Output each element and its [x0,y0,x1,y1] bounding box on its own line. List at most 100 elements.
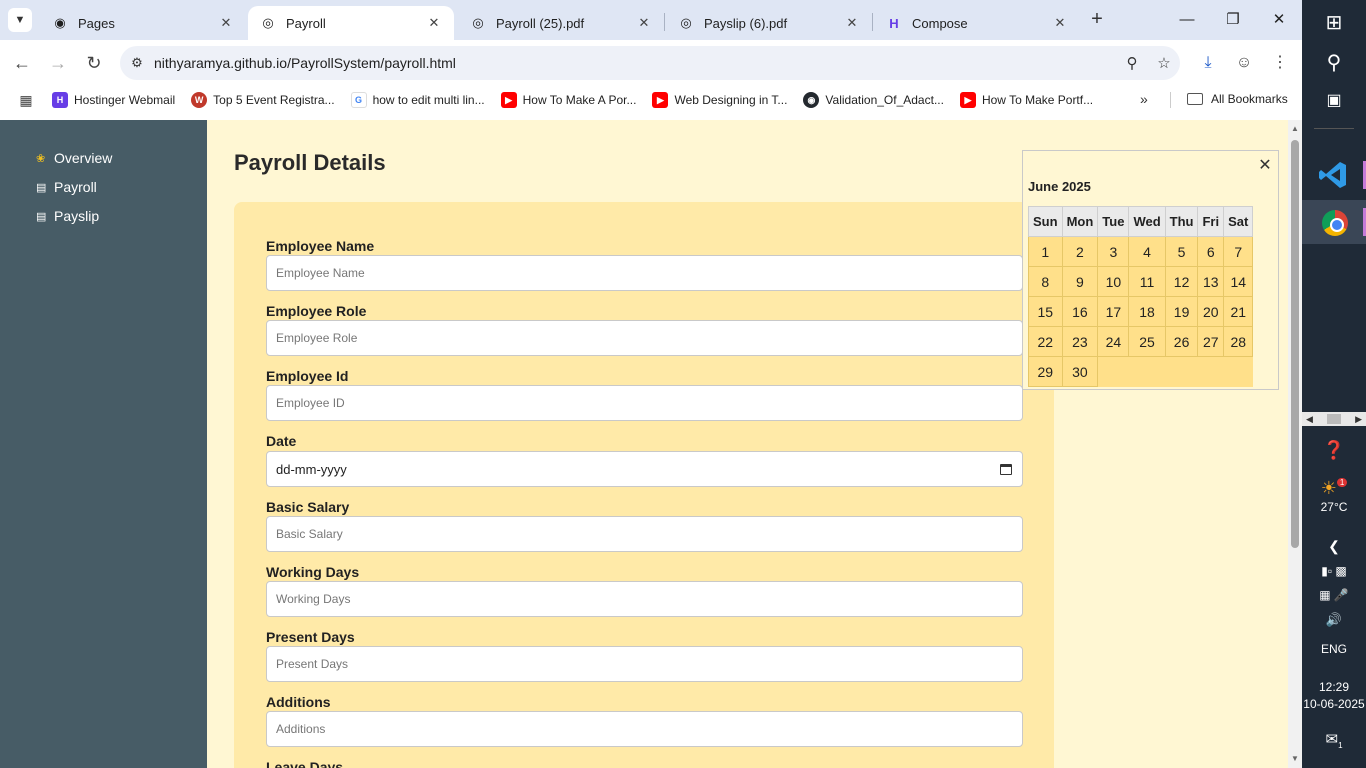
employee-name-input[interactable]: Employee Name [266,255,1023,291]
weather-icon[interactable]: ☀ 1 [1302,478,1366,499]
close-icon[interactable]: ✕ [636,15,652,31]
tab-compose[interactable]: H Compose ✕ [874,6,1080,40]
bookmark-star-icon[interactable]: ☆ [1148,54,1180,72]
windows-start-icon[interactable]: ⊞ [1302,10,1366,35]
calendar-day[interactable]: 1 [1028,236,1063,267]
calendar-day[interactable]: 18 [1128,296,1166,327]
calendar-day[interactable]: 10 [1097,266,1130,297]
calendar-day[interactable]: 6 [1197,236,1225,267]
tab-payroll-pdf[interactable]: ◎ Payroll (25).pdf ✕ [458,6,664,40]
present-days-input[interactable]: Present Days [266,646,1023,682]
tab-payslip-pdf[interactable]: ◎ Payslip (6).pdf ✕ [666,6,872,40]
close-icon[interactable]: ✕ [218,15,234,31]
sidebar-item-payroll[interactable]: ▤ Payroll [36,179,97,195]
calendar-day[interactable]: 13 [1197,266,1225,297]
forward-arrow-icon[interactable]: → [46,51,70,75]
bookmark-item[interactable]: ▶ Web Designing in T... [652,92,787,108]
url-text[interactable]: nithyaramya.github.io/PayrollSystem/payr… [154,55,1116,71]
calendar-day[interactable]: 19 [1164,296,1199,327]
calendar-day[interactable]: 23 [1061,326,1099,357]
volume-icon[interactable]: 🔊 [1302,612,1366,628]
address-bar[interactable]: ⚙ nithyaramya.github.io/PayrollSystem/pa… [120,46,1180,80]
date-input[interactable]: dd-mm-yyyy [266,451,1023,487]
employee-id-input[interactable]: Employee ID [266,385,1023,421]
back-arrow-icon[interactable]: ← [10,51,34,75]
search-icon[interactable]: ⚲ [1302,50,1366,75]
calendar-day[interactable]: 27 [1197,326,1225,357]
bookmark-item[interactable]: W Top 5 Event Registra... [191,92,335,108]
all-bookmarks-button[interactable]: All Bookmarks [1187,92,1288,106]
calendar-day[interactable]: 17 [1097,296,1130,327]
calendar-day[interactable]: 29 [1028,356,1063,387]
calendar-day[interactable]: 21 [1223,296,1254,327]
calendar-day[interactable]: 15 [1028,296,1063,327]
calendar-day[interactable]: 14 [1223,266,1254,297]
vscode-icon[interactable] [1318,160,1348,190]
close-icon[interactable]: ✕ [844,15,860,31]
more-bookmarks-chevron-icon[interactable]: » [1140,91,1148,107]
calendar-day[interactable]: 20 [1197,296,1225,327]
calendar-day[interactable]: 2 [1061,236,1099,267]
chevron-right-icon[interactable]: ▶ [1355,414,1362,425]
language-indicator[interactable]: ENG [1302,642,1366,656]
basic-salary-input[interactable]: Basic Salary [266,516,1023,552]
bookmark-item[interactable]: ▶ How To Make A Por... [500,92,636,108]
tab-search-chevron-icon[interactable]: ▼ [8,8,32,32]
bookmark-item[interactable]: G how to edit multi lin... [350,92,485,108]
network-icon[interactable]: ▦ 🎤 [1302,588,1366,602]
calendar-day[interactable]: 5 [1164,236,1199,267]
show-hidden-icons-chevron-icon[interactable]: ❮ [1302,538,1366,555]
chevron-left-icon[interactable]: ◀ [1306,414,1313,425]
scroll-down-icon[interactable]: ▼ [1288,754,1302,763]
close-icon[interactable]: ✕ [426,15,442,31]
tab-payroll[interactable]: ◎ Payroll ✕ [248,6,454,40]
clock-time[interactable]: 12:29 [1302,680,1366,694]
calendar-day[interactable]: 12 [1164,266,1199,297]
calendar-day[interactable]: 7 [1223,236,1254,267]
clock-date[interactable]: 10-06-2025 [1302,697,1366,711]
reload-icon[interactable]: ↻ [82,51,106,75]
tab-pages[interactable]: ◉ Pages ✕ [40,6,246,40]
battery-icon[interactable]: ▮▫ ▩ [1302,564,1366,578]
calendar-day[interactable]: 22 [1028,326,1063,357]
additions-input[interactable]: Additions [266,711,1023,747]
task-view-icon[interactable]: ▣ [1302,90,1366,110]
calendar-day[interactable]: 26 [1164,326,1199,357]
calendar-day[interactable]: 16 [1061,296,1099,327]
sidebar-item-payslip[interactable]: ▤ Payslip [36,208,99,224]
site-info-icon[interactable]: ⚙ [120,55,154,71]
bookmark-item[interactable]: ◉ Validation_Of_Adact... [803,92,944,108]
calendar-day[interactable]: 3 [1097,236,1130,267]
restore-icon[interactable]: ❐ [1218,8,1248,32]
close-window-icon[interactable]: ✕ [1264,8,1294,32]
calendar-day[interactable]: 4 [1128,236,1166,267]
profile-icon[interactable]: ☺ [1232,51,1256,75]
calendar-day[interactable]: 30 [1061,356,1099,387]
calendar-day[interactable]: 11 [1128,266,1166,297]
minimize-icon[interactable]: — [1172,8,1202,32]
calendar-day[interactable]: 9 [1061,266,1099,297]
close-icon[interactable]: ✕ [1052,15,1068,31]
calendar-day[interactable]: 28 [1223,326,1254,357]
scroll-up-icon[interactable]: ▲ [1288,124,1302,133]
employee-role-input[interactable]: Employee Role [266,320,1023,356]
apps-grid-icon[interactable]: ▦ [0,92,52,109]
new-tab-button[interactable]: + [1086,9,1108,31]
page-scrollbar[interactable]: ▲ ▼ [1288,120,1302,768]
scrollbar-thumb[interactable] [1291,140,1299,548]
sidebar-item-overview[interactable]: ❀ Overview [36,150,112,166]
bookmark-item[interactable]: H Hostinger Webmail [52,92,175,108]
zoom-icon[interactable]: ⚲ [1116,54,1148,72]
weather-temperature[interactable]: 27°C [1302,500,1366,514]
help-icon[interactable]: ❓ [1302,440,1366,461]
notification-icon[interactable]: ✉1 [1302,730,1366,750]
working-days-input[interactable]: Working Days [266,581,1023,617]
bookmark-item[interactable]: ▶ How To Make Portf... [959,92,1093,108]
chrome-icon[interactable] [1322,210,1348,236]
taskbar-overflow-scroll[interactable]: ◀ ▶ [1302,412,1366,426]
download-icon[interactable]: ⤓ [1196,51,1220,75]
calendar-icon[interactable] [1000,463,1012,475]
calendar-day[interactable]: 24 [1097,326,1130,357]
taskbar-scroll-thumb[interactable] [1327,414,1341,424]
menu-kebab-icon[interactable]: ⋮ [1268,51,1292,75]
